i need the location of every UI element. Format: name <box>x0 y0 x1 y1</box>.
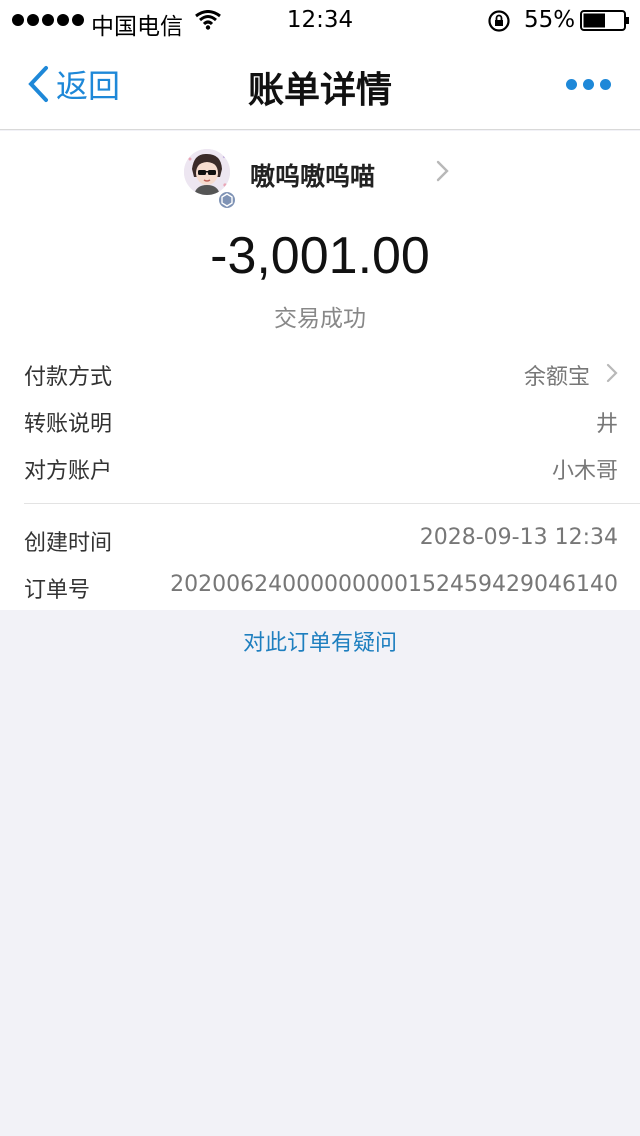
payment-method-row[interactable]: 付款方式 余额宝 <box>0 350 640 396</box>
created-time-value: 2028-09-13 12:34 <box>419 525 618 550</box>
created-time-row: 创建时间 2028-09-13 12:34 <box>0 516 640 562</box>
counterparty-value: 小木哥 <box>551 459 618 484</box>
more-dot-icon <box>583 78 594 90</box>
more-dot-icon <box>600 78 611 90</box>
order-number-value: 20200624000000000152459429046140 <box>170 572 618 597</box>
transfer-note-value: 井 <box>595 412 618 437</box>
transfer-note-label: 转账说明 <box>24 412 113 437</box>
chevron-right-icon <box>436 160 449 182</box>
counterparty-label: 对方账户 <box>24 459 113 484</box>
navigation-bar: 返回 账单详情 <box>0 40 640 130</box>
chevron-right-icon <box>606 363 618 383</box>
payment-method-label: 付款方式 <box>24 365 113 390</box>
back-label: 返回 <box>56 67 121 105</box>
rotation-lock-icon <box>488 10 510 32</box>
transaction-status: 交易成功 <box>274 306 366 332</box>
counterparty-row: 对方账户 小木哥 <box>0 444 640 490</box>
more-options-button[interactable] <box>566 76 612 92</box>
bill-detail-card: 嗷呜嗷呜喵 -3,001.00 交易成功 付款方式 余额宝 转账说明 井 对方账… <box>0 131 640 610</box>
more-dot-icon <box>566 78 577 90</box>
back-button[interactable]: 返回 <box>26 62 120 106</box>
avatar-image <box>184 149 230 195</box>
verified-badge-icon <box>217 190 237 210</box>
order-question-link[interactable]: 对此订单有疑问 <box>0 625 640 657</box>
status-bar: 中国电信 12:34 55% <box>0 0 640 40</box>
order-number-label: 订单号 <box>24 578 91 603</box>
payment-method-value: 余额宝 <box>523 365 590 390</box>
divider <box>24 503 640 504</box>
battery-icon <box>580 10 629 31</box>
payee-row[interactable]: 嗷呜嗷呜喵 <box>0 147 640 210</box>
created-time-label: 创建时间 <box>24 531 113 556</box>
transfer-note-row: 转账说明 井 <box>0 397 640 443</box>
avatar <box>184 149 230 195</box>
payee-name: 嗷呜嗷呜喵 <box>250 162 376 191</box>
transaction-amount: -3,001.00 <box>210 227 430 285</box>
order-number-row: 订单号 20200624000000000152459429046140 <box>0 563 640 609</box>
chevron-left-icon <box>28 66 48 102</box>
battery-percentage: 55% <box>524 7 576 33</box>
